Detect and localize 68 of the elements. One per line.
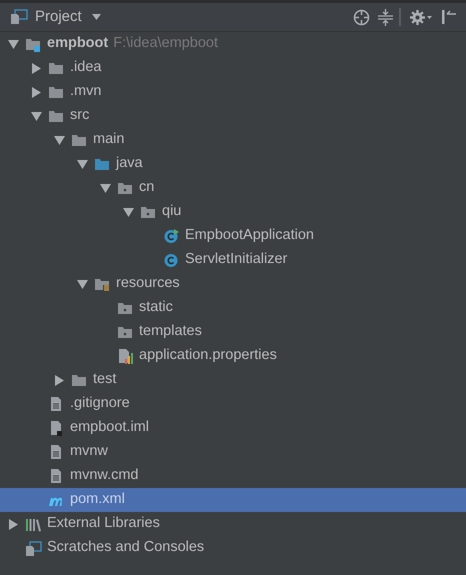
expanded-arrow-icon[interactable] <box>100 182 110 194</box>
node-label: ServletInitializer <box>185 250 288 270</box>
node-label: mvnw.cmd <box>70 466 138 486</box>
tree-row[interactable]: qiu <box>0 200 466 224</box>
tree-row[interactable]: pom.xml <box>0 488 466 512</box>
collapse-all-icon[interactable] <box>378 8 393 26</box>
dropdown-caret-icon[interactable] <box>92 14 101 20</box>
collapsed-arrow-icon[interactable] <box>8 518 18 530</box>
node-label: empboot <box>47 34 108 54</box>
hide-panel-icon[interactable] <box>441 9 456 25</box>
node-label: empboot.iml <box>70 418 149 438</box>
tree-row[interactable]: External Libraries <box>0 512 466 536</box>
module-path: F:\idea\empboot <box>113 34 218 54</box>
node-label: resources <box>116 274 180 294</box>
tree-row[interactable]: application.properties <box>0 344 466 368</box>
node-label: src <box>70 106 90 126</box>
node-label: main <box>93 130 124 150</box>
tree-row[interactable]: static <box>0 296 466 320</box>
tree-row[interactable]: java <box>0 152 466 176</box>
node-label: pom.xml <box>70 490 125 510</box>
node-label: templates <box>139 322 202 342</box>
expanded-arrow-icon[interactable] <box>76 278 88 290</box>
class-icon <box>163 252 180 268</box>
collapsed-arrow-icon[interactable] <box>54 374 64 386</box>
tree-row[interactable]: mvnw <box>0 440 466 464</box>
expanded-arrow-icon[interactable] <box>76 158 88 170</box>
node-label: Scratches and Consoles <box>47 538 204 558</box>
node-label: .idea <box>70 58 102 78</box>
tree-row[interactable]: .gitignore <box>0 392 466 416</box>
node-label: .gitignore <box>70 394 130 414</box>
collapsed-arrow-icon[interactable] <box>30 62 42 74</box>
tree-row[interactable]: main <box>0 128 466 152</box>
scratches-icon <box>25 540 42 556</box>
properties-file-icon <box>117 348 134 364</box>
node-label: mvnw <box>70 442 108 462</box>
settings-icon[interactable] <box>409 8 433 26</box>
tree-row[interactable]: src <box>0 104 466 128</box>
tree-row[interactable]: resources <box>0 272 466 296</box>
node-label: EmpbootApplication <box>185 226 314 246</box>
expanded-arrow-icon[interactable] <box>54 134 64 146</box>
module-file-icon <box>48 420 65 436</box>
tree-row[interactable]: test <box>0 368 466 392</box>
node-label: cn <box>139 178 154 198</box>
expanded-arrow-icon[interactable] <box>8 38 18 50</box>
node-label: application.properties <box>139 346 277 366</box>
node-label: .mvn <box>70 82 102 102</box>
expanded-arrow-icon[interactable] <box>122 206 134 218</box>
tree-row[interactable]: templates <box>0 320 466 344</box>
expanded-arrow-icon[interactable] <box>30 110 42 122</box>
node-label: java <box>116 154 143 174</box>
tree-row[interactable]: cn <box>0 176 466 200</box>
panel-title[interactable]: Project <box>35 6 82 28</box>
tree-row[interactable]: .mvn <box>0 80 466 104</box>
tree-row[interactable]: ServletInitializer <box>0 248 466 272</box>
class-run-icon <box>163 228 180 244</box>
collapsed-arrow-icon[interactable] <box>30 86 42 98</box>
node-label: External Libraries <box>47 514 160 534</box>
tree-row[interactable]: .idea <box>0 56 466 80</box>
tree-row[interactable]: EmpbootApplication <box>0 224 466 248</box>
tree-row[interactable]: mvnw.cmd <box>0 464 466 488</box>
node-label: test <box>93 370 116 390</box>
locate-icon[interactable] <box>353 8 370 26</box>
tree-row[interactable]: Scratches and Consoles <box>0 536 466 560</box>
node-label: static <box>139 298 173 318</box>
project-icon <box>10 9 28 25</box>
tree-row[interactable]: empboot.iml <box>0 416 466 440</box>
tree-row[interactable]: empboot F:\idea\empboot <box>0 32 466 56</box>
node-label: qiu <box>162 202 182 222</box>
